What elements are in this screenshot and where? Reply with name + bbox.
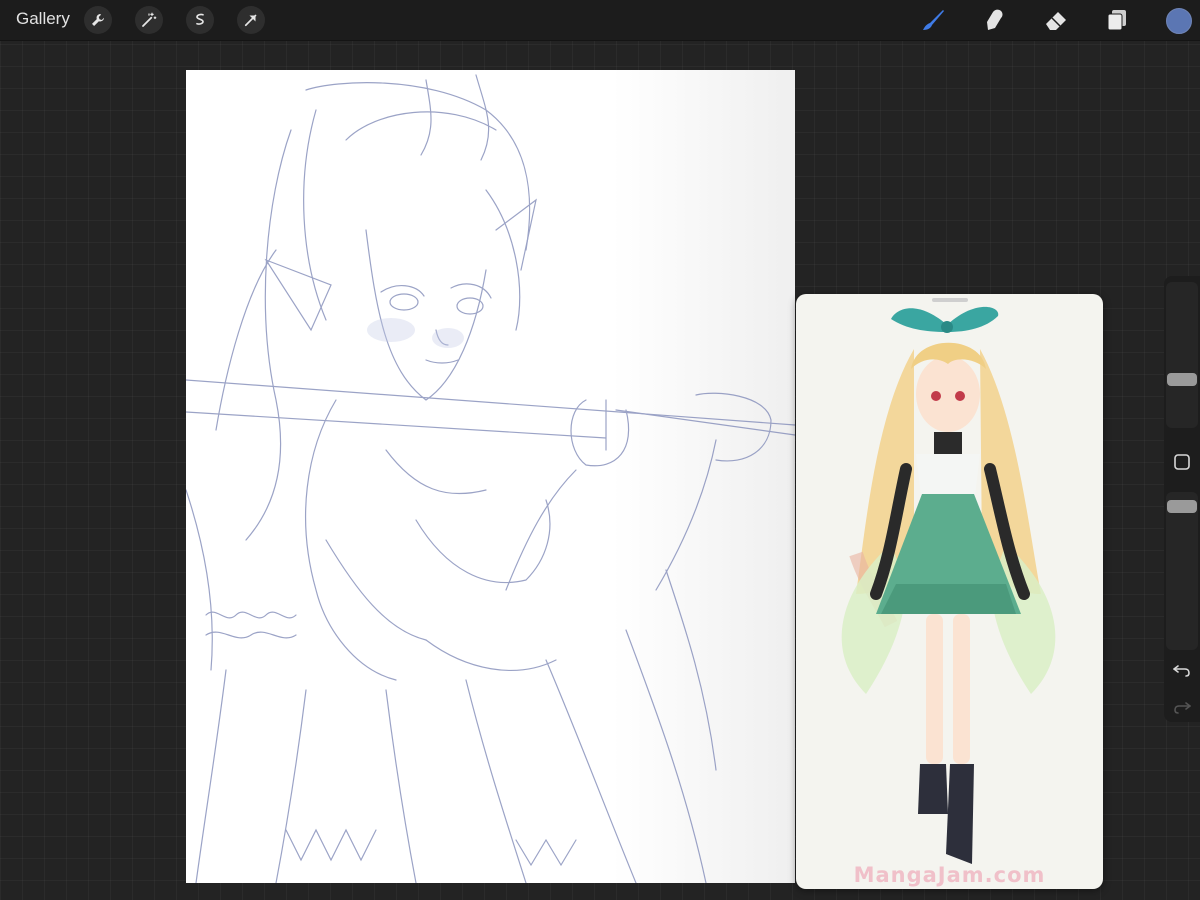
eraser-icon[interactable] <box>1042 6 1070 34</box>
transform-arrow-icon[interactable] <box>237 6 265 34</box>
brush-size-thumb[interactable] <box>1167 373 1197 386</box>
opacity-thumb[interactable] <box>1167 500 1197 513</box>
selection-icon[interactable] <box>186 6 214 34</box>
opacity-slider[interactable] <box>1166 492 1198 650</box>
watermark-text: MangaJam.com <box>853 863 1046 887</box>
reference-image <box>841 306 1056 864</box>
drawing-canvas[interactable] <box>186 70 795 883</box>
sketch-artwork <box>186 70 795 883</box>
reference-panel[interactable]: MangaJam.com <box>796 294 1103 889</box>
smudge-icon[interactable] <box>980 6 1008 34</box>
layers-icon[interactable] <box>1103 6 1131 34</box>
modify-square-icon[interactable] <box>1172 452 1192 472</box>
brush-size-slider[interactable] <box>1166 282 1198 428</box>
current-color-swatch[interactable] <box>1166 8 1192 34</box>
magic-wand-icon[interactable] <box>135 6 163 34</box>
gallery-button[interactable]: Gallery <box>16 9 70 29</box>
wrench-icon[interactable] <box>84 6 112 34</box>
top-toolbar: Gallery <box>0 0 1200 41</box>
undo-icon[interactable] <box>1172 660 1192 680</box>
redo-icon[interactable] <box>1172 697 1192 717</box>
brush-icon[interactable] <box>919 6 947 34</box>
